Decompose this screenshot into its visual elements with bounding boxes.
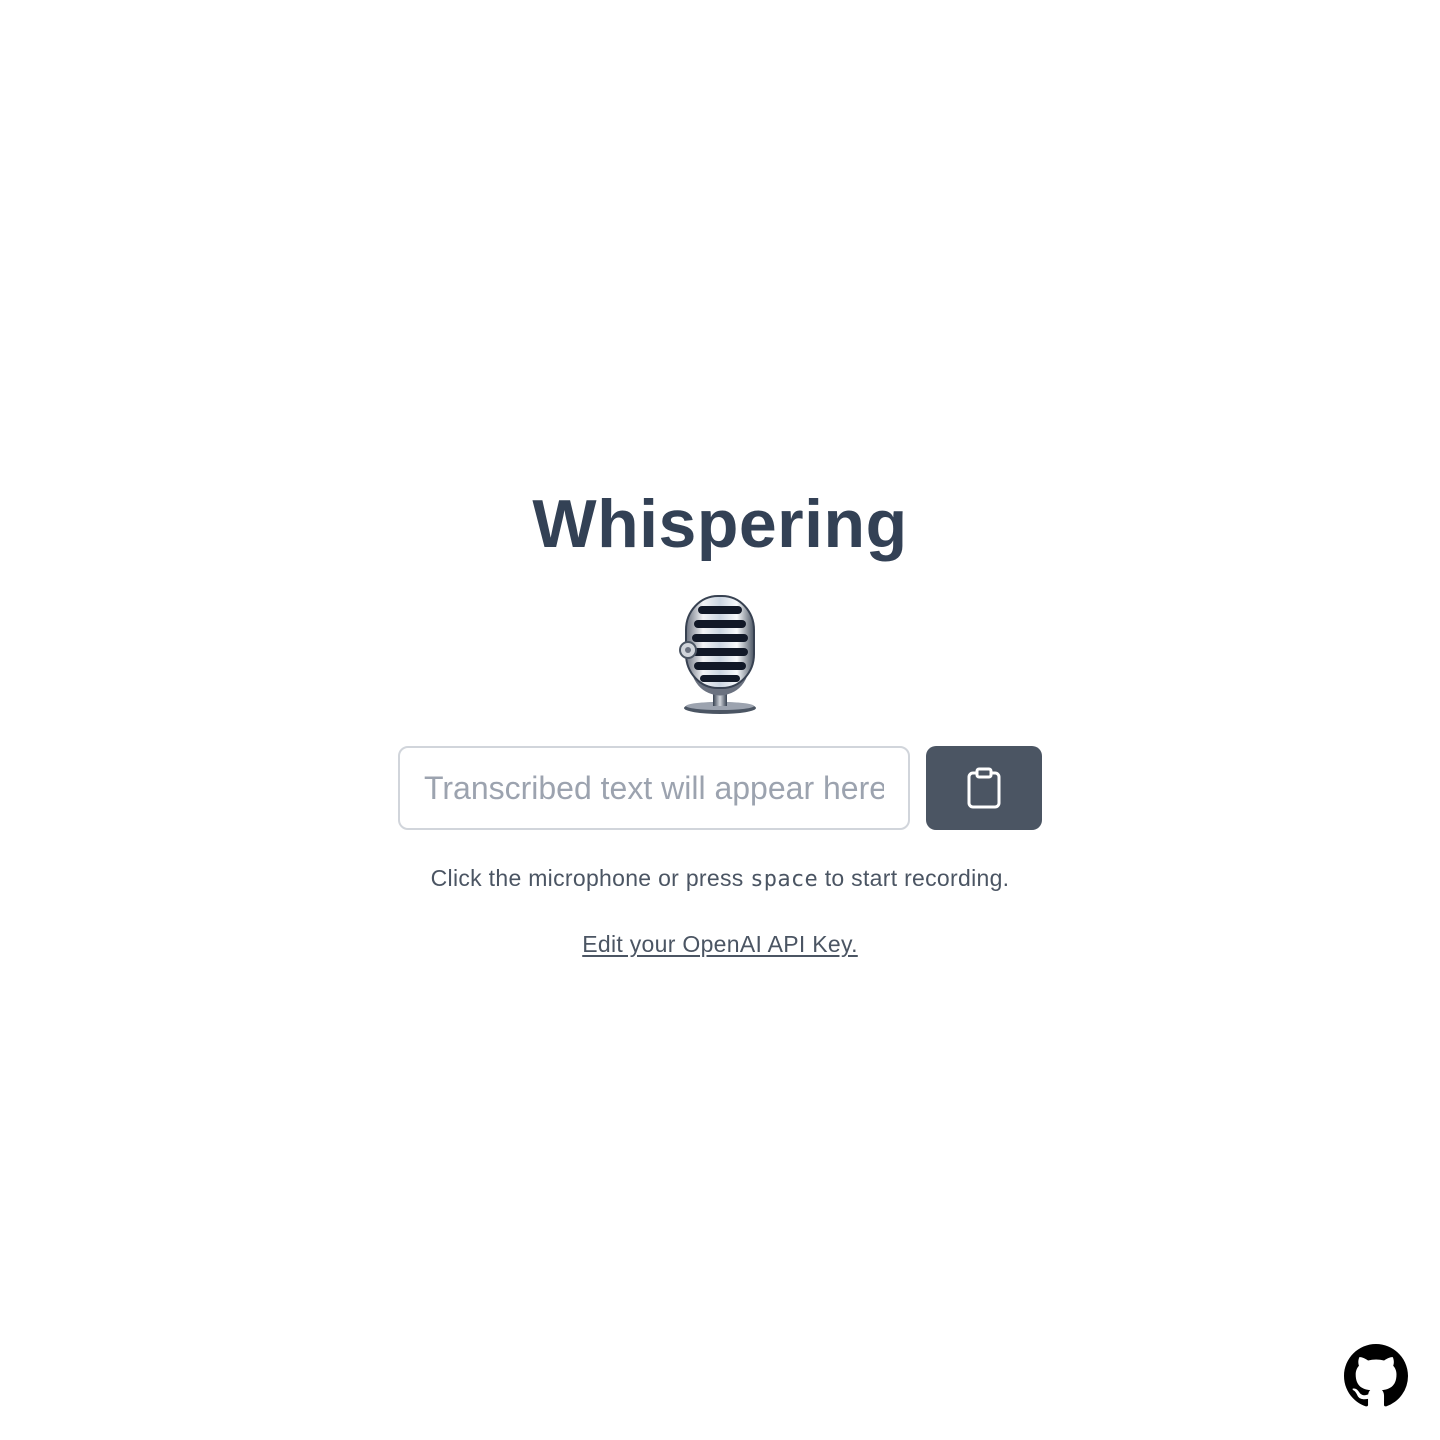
github-link[interactable] bbox=[1344, 1344, 1408, 1408]
microphone-button[interactable] bbox=[670, 590, 770, 716]
instructions-text-after: to start recording. bbox=[818, 865, 1010, 891]
clipboard-icon bbox=[967, 767, 1001, 809]
copy-to-clipboard-button[interactable] bbox=[926, 746, 1042, 830]
transcript-field[interactable] bbox=[398, 746, 910, 830]
edit-api-key-link[interactable]: Edit your OpenAI API Key. bbox=[582, 931, 858, 957]
recording-instructions: Click the microphone or press space to s… bbox=[0, 862, 1440, 896]
app-title: Whispering bbox=[532, 486, 908, 562]
instructions-text-before: Click the microphone or press bbox=[430, 865, 751, 891]
github-icon bbox=[1344, 1344, 1408, 1407]
space-key-hint: space bbox=[750, 867, 818, 892]
api-key-link-container: Edit your OpenAI API Key. bbox=[0, 928, 1440, 960]
studio-microphone-icon bbox=[679, 595, 756, 714]
